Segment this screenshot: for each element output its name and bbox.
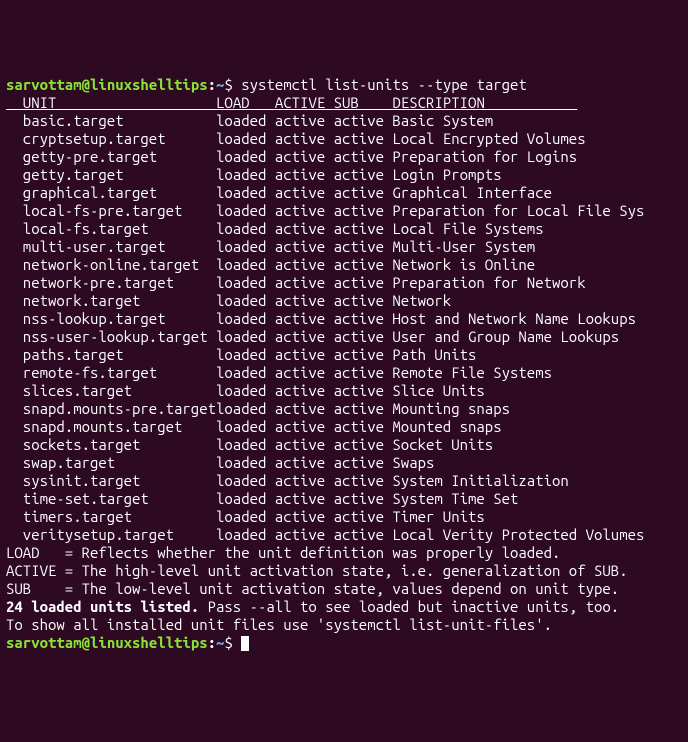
command-text: systemctl list-units --type target (241, 76, 527, 93)
header-description: DESCRIPTION (392, 94, 577, 111)
header-load: LOAD (216, 94, 275, 111)
prompt-symbol: $ (224, 76, 241, 93)
prompt-host: linuxshelltips (90, 76, 208, 93)
summary-line-2: To show all installed unit files use 'sy… (6, 616, 552, 633)
prompt-colon: : (208, 76, 216, 93)
table-header: UNIT LOAD ACTIVE SUB DESCRIPTION (6, 94, 577, 111)
summary-rest: Pass --all to see loaded but inactive un… (199, 598, 619, 615)
prompt-user: sarvottam (6, 634, 82, 651)
cursor-icon (241, 636, 249, 651)
prompt-colon: : (208, 634, 216, 651)
unit-list: basic.target loaded active active Basic … (6, 112, 644, 543)
prompt-at: @ (82, 76, 90, 93)
legend-active: ACTIVE = The high-level unit activation … (6, 562, 628, 579)
prompt-path: ~ (216, 634, 224, 651)
prompt-at: @ (82, 634, 90, 651)
legend-load: LOAD = Reflects whether the unit definit… (6, 544, 560, 561)
header-sub: SUB (334, 94, 393, 111)
terminal-output[interactable]: sarvottam@linuxshelltips:~$ systemctl li… (6, 76, 682, 652)
header-unit: UNIT (6, 94, 216, 111)
header-active: ACTIVE (275, 94, 334, 111)
summary-count: 24 loaded units listed. (6, 598, 199, 615)
summary-line-1: 24 loaded units listed. Pass --all to se… (6, 598, 619, 615)
prompt-line-1: sarvottam@linuxshelltips:~$ systemctl li… (6, 76, 527, 93)
legend-sub: SUB = The low-level unit activation stat… (6, 580, 619, 597)
prompt-user: sarvottam (6, 76, 82, 93)
prompt-host: linuxshelltips (90, 634, 208, 651)
prompt-line-2: sarvottam@linuxshelltips:~$ (6, 634, 249, 651)
prompt-symbol: $ (224, 634, 241, 651)
